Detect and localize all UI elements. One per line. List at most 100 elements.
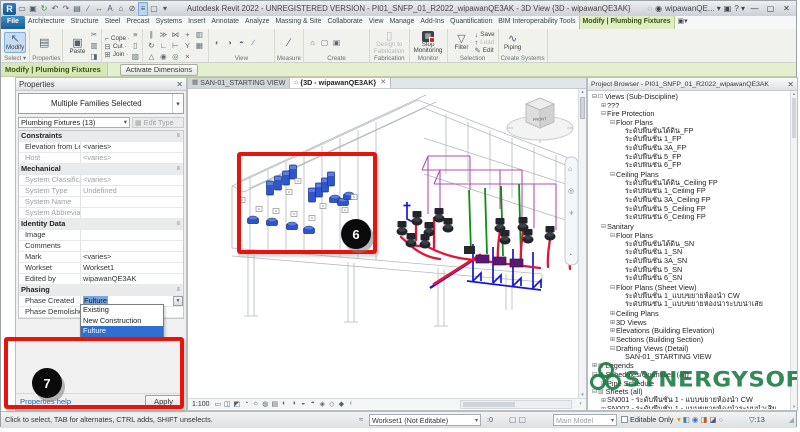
constraints-icon[interactable]: ◇	[328, 400, 337, 408]
revit-logo-icon[interactable]: R	[3, 2, 16, 15]
expand-icon[interactable]: ⊞	[600, 380, 607, 387]
extend-icon[interactable]: ⊢	[170, 41, 181, 51]
close-icon[interactable]: ✕	[787, 80, 794, 89]
select-pinned-icon[interactable]: ◉	[692, 415, 699, 424]
aligned-dimension-icon[interactable]: ↔	[94, 3, 104, 15]
expand-icon[interactable]: ⊞	[600, 406, 607, 409]
ribbon-tab-architecture[interactable]: Architecture	[25, 16, 68, 29]
tree-item[interactable]: ⊟ Drafting Views (Detail)	[589, 344, 790, 353]
property-value[interactable]: Workset1	[81, 263, 183, 273]
tree-item[interactable]: ⊞ Sections (Building Section)	[589, 335, 790, 344]
linework-icon[interactable]: ∕	[248, 38, 259, 48]
tree-item[interactable]: ระดับพื้นชั้น 6_SN	[589, 274, 790, 283]
phase-option-existing[interactable]: Existing	[81, 305, 163, 316]
edit-type-button[interactable]: ▦ Edit Type	[132, 116, 184, 128]
detail-level-icon[interactable]: ▤	[271, 400, 280, 408]
tree-item[interactable]: ระดับพื้นชั้นใต้ดิน_SN	[589, 240, 790, 249]
ribbon-tab-quantification[interactable]: Quantification	[447, 16, 495, 29]
show-crop-icon[interactable]: ◫	[223, 400, 232, 408]
worksharing-icons[interactable]: ▢▢	[509, 415, 528, 424]
phase-option-fulture[interactable]: Fulture	[81, 326, 163, 337]
displacement-icon[interactable]: ◆	[337, 400, 346, 408]
tree-item[interactable]: ระดับพื้นชั้น 1_แบบขยายห้องน้ำระบบน้ำเสี…	[589, 301, 790, 310]
ribbon-tab-insert[interactable]: Insert	[185, 16, 208, 29]
collapse-icon[interactable]: ⊟	[609, 171, 616, 178]
cut-clipboard-icon[interactable]: ✂	[90, 30, 97, 40]
crop-view-icon[interactable]: ▭	[214, 400, 223, 408]
filter-warn-icon[interactable]: ▾	[677, 415, 681, 424]
tree-item[interactable]: ⊞???	[589, 101, 790, 110]
cope-button[interactable]: ⌐ Cope ·	[105, 34, 130, 42]
isolate-icon[interactable]: ◑	[224, 38, 235, 48]
navigation-bar[interactable]: ⌂ ◎ ✛ ◔	[564, 156, 579, 266]
browser-scrollbar[interactable]: ▴ ▾	[790, 91, 797, 410]
property-group-mechanical[interactable]: Mechanical ≡	[19, 164, 183, 175]
tree-item[interactable]: ⊟ Floor Plans	[589, 118, 790, 127]
ribbon-tab-modify-plumbing-fixtures[interactable]: Modify | Plumbing Fixtures	[578, 16, 675, 29]
rendering-icon[interactable]: ◍	[261, 400, 270, 408]
close-button[interactable]: ✕	[780, 4, 793, 13]
tree-item[interactable]: ⊟ Floor Plans (Sheet View)	[589, 283, 790, 292]
align-icon[interactable]: ∥	[146, 30, 157, 40]
analytical-model-icon[interactable]: ◈	[318, 400, 327, 408]
collapse-icon[interactable]: ⊟	[609, 345, 616, 352]
ribbon-tab--[interactable]: ▣▾	[675, 16, 691, 29]
stop-monitoring-button[interactable]: ▦ Stop Monitoring	[413, 30, 444, 55]
expand-icon[interactable]: ⊞	[609, 336, 616, 343]
tree-item[interactable]: ระดับพื้นชั้น 5_Ceiling FP	[589, 205, 790, 214]
phase-dropdown-list[interactable]: Existing New Construction Fulture	[80, 304, 164, 338]
workset-dropdown[interactable]: Workset1 (Not Editable) ▾	[369, 414, 481, 426]
ribbon-tab-steel[interactable]: Steel	[102, 16, 124, 29]
ribbon-tab-collaborate[interactable]: Collaborate	[324, 16, 365, 29]
save-selection-button[interactable]: ↓ Save	[475, 31, 495, 39]
viewcube-front-label[interactable]: FRONT	[533, 116, 548, 122]
ribbon-tab-add-ins[interactable]: Add-Ins	[417, 16, 447, 29]
expand-icon[interactable]: ⊞	[609, 310, 616, 317]
filter-button[interactable]: ▽ Filter	[451, 33, 473, 52]
ribbon-tab-massing-site[interactable]: Massing & Site	[272, 16, 324, 29]
sync-with-central-icon[interactable]: ↻	[39, 3, 49, 15]
cut-geometry-button[interactable]: ⊟ Cut ·	[105, 42, 130, 50]
ribbon-tab-precast[interactable]: Precast	[123, 16, 152, 29]
tree-item[interactable]: SAN-01_STARTING VIEW	[589, 353, 790, 362]
collapse-icon[interactable]: ⊟	[600, 110, 607, 117]
temporary-view-icon[interactable]: ◓	[309, 400, 318, 408]
tree-item[interactable]: ⊞ Elevations (Building Elevation)	[589, 327, 790, 336]
reset-icon[interactable]: ○	[719, 415, 724, 424]
canvas-horizontal-scrollbar[interactable]	[460, 400, 572, 409]
tree-item[interactable]: ระดับพื้นชั้น 1_แบบขยายห้องน้ำ CW	[589, 292, 790, 301]
offset-icon[interactable]: ≫	[158, 30, 169, 40]
chevron-down-icon[interactable]: ▾	[173, 296, 183, 306]
shadows-icon[interactable]: ◔	[242, 400, 251, 408]
reveal-hidden-icon[interactable]: ◓	[236, 38, 247, 48]
mirror-icon[interactable]: ⋈	[170, 30, 181, 40]
drawing-canvas[interactable]: ▦ SAN-01_STARTING VIEW ⌂ {3D - wipawanQE3AK…	[187, 77, 587, 411]
selection-filter-count[interactable]: ▽:13	[749, 415, 765, 424]
close-icon[interactable]: ✕	[380, 78, 386, 88]
collapse-icon[interactable]: ⊟	[591, 388, 598, 395]
tree-item[interactable]: ⊞ Pipe Schedule	[589, 379, 790, 388]
rotate-icon[interactable]: ↻	[146, 41, 157, 51]
move-icon[interactable]: +	[182, 30, 193, 40]
group-pin-icon[interactable]: ≡	[176, 219, 183, 229]
property-group-phasing[interactable]: Phasing ≡	[19, 285, 183, 296]
chevron-down-icon[interactable]: ▾	[124, 118, 127, 126]
expand-icon[interactable]: ⊞	[609, 319, 616, 326]
customize-qat-icon[interactable]: ▾	[160, 3, 170, 15]
property-value[interactable]	[81, 230, 183, 240]
expand-icon[interactable]: ⊞	[600, 397, 607, 404]
property-value[interactable]	[81, 208, 183, 218]
chevron-down-icon[interactable]: ▾	[172, 94, 183, 113]
tree-item[interactable]: ระดับพื้นชั้น 3A_SN	[589, 257, 790, 266]
collapse-icon[interactable]: ⊟	[609, 284, 616, 291]
expand-icon[interactable]: ⊞	[609, 327, 616, 334]
create-similar-icon[interactable]: ⌂	[307, 38, 318, 48]
activate-dimensions-button[interactable]: Activate Dimensions	[119, 63, 198, 76]
tree-item[interactable]: ⊟ Floor Plans	[589, 231, 790, 240]
tree-item[interactable]: ⊟ Fire Protection	[589, 109, 790, 118]
restore-button[interactable]: ▢	[764, 4, 777, 13]
modify-cursor-button[interactable]: ↖ Modify	[4, 32, 27, 53]
phase-option-new-construction[interactable]: New Construction	[81, 316, 163, 327]
tree-item[interactable]: ระดับพื้นชั้นใต้ดิน_FP	[589, 127, 790, 136]
user-icon[interactable]: ◉	[655, 4, 662, 13]
